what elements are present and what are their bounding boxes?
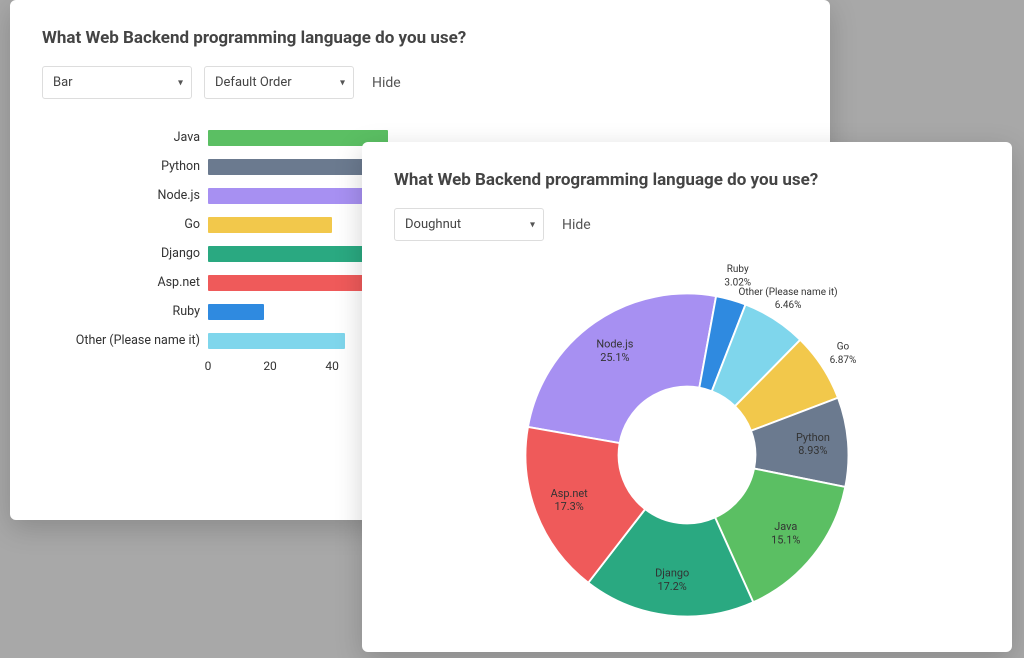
bar-fill xyxy=(208,217,332,233)
slice-label-name: Ruby xyxy=(727,264,749,275)
x-axis: 0 20 40 xyxy=(208,359,388,375)
doughnut-controls: Doughnut ▾ Hide xyxy=(394,208,980,241)
slice-label-pct: 25.1% xyxy=(600,351,629,364)
chevron-down-icon: ▾ xyxy=(530,219,535,230)
bar-controls: Bar ▾ Default Order ▾ Hide xyxy=(42,66,798,99)
chevron-down-icon: ▾ xyxy=(178,77,183,88)
bar-row: Node.js xyxy=(68,181,388,210)
chart-type-value-d: Doughnut xyxy=(405,217,461,232)
card-doughnut-chart: What Web Backend programming language do… xyxy=(362,142,1012,652)
doughnut-slice xyxy=(528,293,716,443)
bar-fill xyxy=(208,333,345,349)
axis-tick: 0 xyxy=(205,359,212,373)
bar-row: Ruby xyxy=(68,297,388,326)
bar-label: Java xyxy=(68,130,208,145)
bar-label: Other (Please name it) xyxy=(68,333,208,348)
slice-label-pct: 17.3% xyxy=(555,500,584,513)
slice-label-name: Asp.net xyxy=(551,487,589,500)
order-value: Default Order xyxy=(215,75,292,90)
bar-label: Go xyxy=(68,217,208,232)
doughnut-chart: Node.js25.1%Ruby3.02%Other (Please name … xyxy=(497,265,877,645)
bar-fill xyxy=(208,246,388,262)
bar-fill xyxy=(208,159,388,175)
chart-type-select-doughnut[interactable]: Doughnut ▾ xyxy=(394,208,544,241)
bar-chart: Java Python Node.js Go Django Asp.net Ruby Othe… xyxy=(68,123,388,375)
hide-link-doughnut[interactable]: Hide xyxy=(562,217,591,233)
slice-label-name: Other (Please name it) xyxy=(739,287,838,298)
bar-fill xyxy=(208,304,264,320)
bar-row: Other (Please name it) xyxy=(68,326,388,355)
bar-label: Django xyxy=(68,246,208,261)
slice-label-name: Go xyxy=(837,341,850,352)
bar-label: Ruby xyxy=(68,304,208,319)
axis-tick: 20 xyxy=(263,359,277,373)
bar-fill xyxy=(208,275,388,291)
chart-type-select-bar[interactable]: Bar ▾ xyxy=(42,66,192,99)
slice-label-pct: 17.2% xyxy=(658,580,687,593)
bar-row: Asp.net xyxy=(68,268,388,297)
chart-type-value: Bar xyxy=(53,75,73,90)
bar-fill xyxy=(208,130,388,146)
slice-label-pct: 15.1% xyxy=(771,533,800,546)
slice-label-pct: 6.87% xyxy=(830,355,857,366)
slice-label-name: Node.js xyxy=(596,337,633,350)
slice-label-pct: 8.93% xyxy=(798,444,827,457)
bar-row: Django xyxy=(68,239,388,268)
hide-link-bar[interactable]: Hide xyxy=(372,75,401,91)
bar-row: Java xyxy=(68,123,388,152)
bar-label: Node.js xyxy=(68,188,208,203)
bar-label: Asp.net xyxy=(68,275,208,290)
axis-tick: 40 xyxy=(325,359,339,373)
bar-label: Python xyxy=(68,159,208,174)
chevron-down-icon: ▾ xyxy=(340,77,345,88)
slice-label-pct: 6.46% xyxy=(775,300,802,311)
bar-row: Go xyxy=(68,210,388,239)
doughnut-card-title: What Web Backend programming language do… xyxy=(394,170,980,190)
order-select[interactable]: Default Order ▾ xyxy=(204,66,354,99)
bar-row: Python xyxy=(68,152,388,181)
slice-label-name: Python xyxy=(796,431,830,444)
slice-label-name: Django xyxy=(655,567,689,580)
slice-label-name: Java xyxy=(774,520,797,533)
bar-card-title: What Web Backend programming language do… xyxy=(42,28,798,48)
bar-fill xyxy=(208,188,388,204)
